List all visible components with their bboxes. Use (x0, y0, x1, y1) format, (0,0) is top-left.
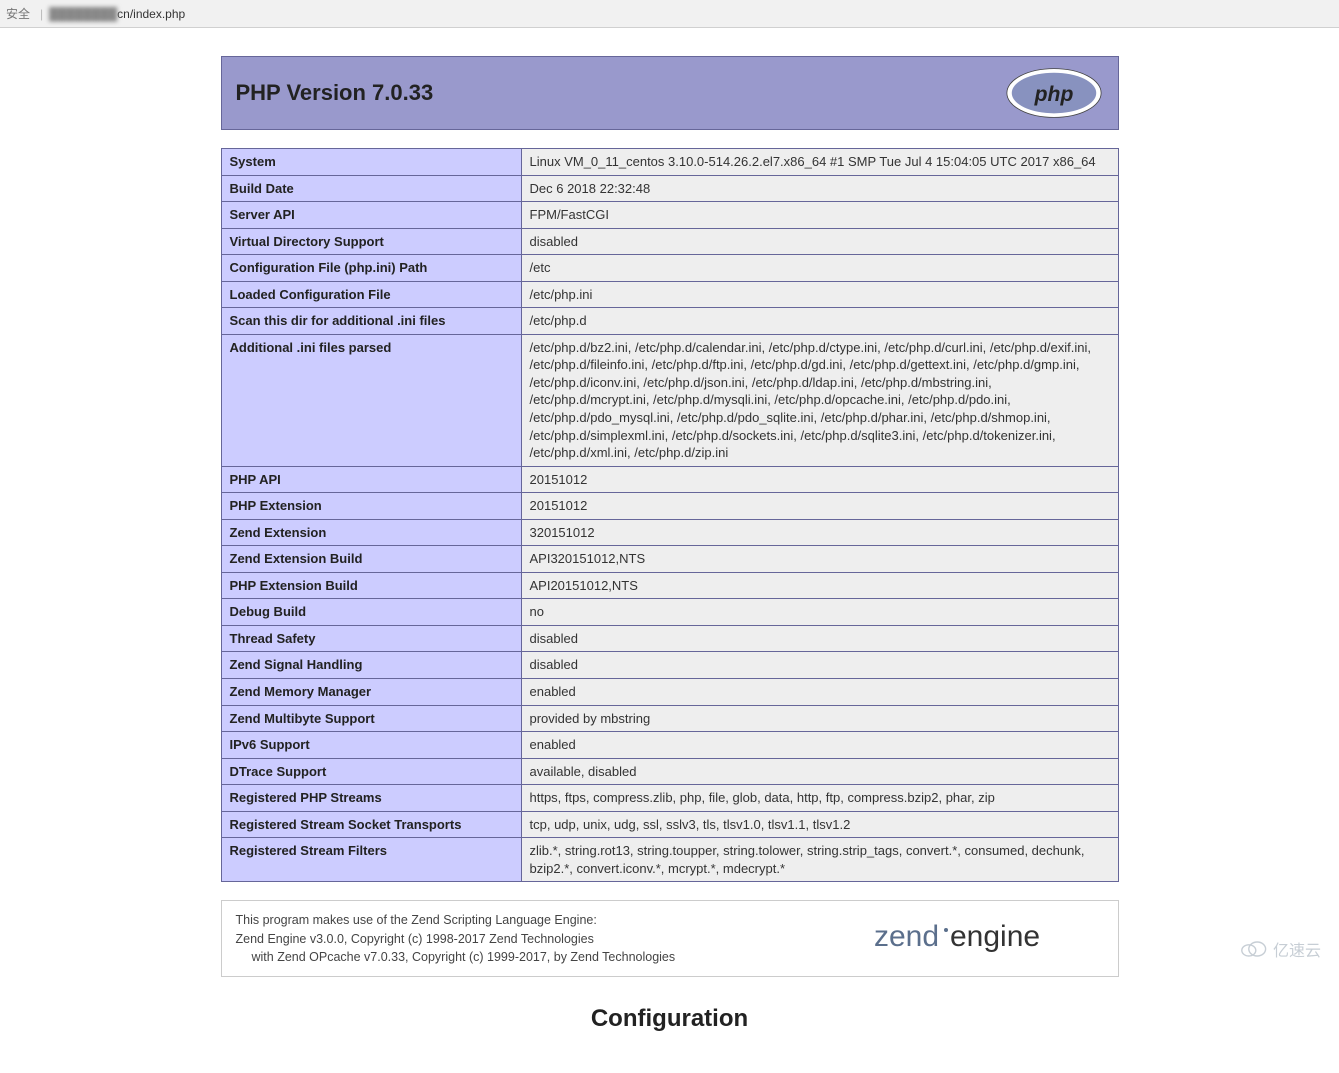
table-row: Loaded Configuration File/etc/php.ini (221, 281, 1118, 308)
row-label: Zend Signal Handling (221, 652, 521, 679)
zend-credits-text: This program makes use of the Zend Scrip… (236, 911, 676, 965)
table-row: Zend Extension320151012 (221, 519, 1118, 546)
row-value: API20151012,NTS (521, 572, 1118, 599)
zend-credits-box: This program makes use of the Zend Scrip… (221, 900, 1119, 976)
row-value: 20151012 (521, 466, 1118, 493)
phpinfo-header: PHP Version 7.0.33 php (221, 56, 1119, 130)
table-row: Zend Multibyte Supportprovided by mbstri… (221, 705, 1118, 732)
row-label: Debug Build (221, 599, 521, 626)
table-row: Configuration File (php.ini) Path/etc (221, 255, 1118, 282)
row-label: Registered PHP Streams (221, 785, 521, 812)
zend-line3: with Zend OPcache v7.0.33, Copyright (c)… (236, 948, 676, 966)
row-value: Linux VM_0_11_centos 3.10.0-514.26.2.el7… (521, 149, 1118, 176)
security-label: 安全 (6, 5, 30, 22)
row-value: enabled (521, 679, 1118, 706)
table-row: DTrace Supportavailable, disabled (221, 758, 1118, 785)
row-label: Configuration File (php.ini) Path (221, 255, 521, 282)
row-value: /etc/php.d/bz2.ini, /etc/php.d/calendar.… (521, 334, 1118, 466)
svg-text:zend: zend (874, 920, 939, 953)
table-row: Thread Safetydisabled (221, 625, 1118, 652)
url-host-blurred: ████████ (49, 7, 117, 21)
page-title: PHP Version 7.0.33 (236, 80, 434, 106)
table-row: PHP Extension20151012 (221, 493, 1118, 520)
row-value: FPM/FastCGI (521, 202, 1118, 229)
url-path: cn/index.php (117, 7, 185, 21)
table-row: Virtual Directory Supportdisabled (221, 228, 1118, 255)
table-row: PHP Extension BuildAPI20151012,NTS (221, 572, 1118, 599)
watermark-text: 亿速云 (1273, 937, 1321, 961)
row-label: Build Date (221, 175, 521, 202)
table-row: Zend Signal Handlingdisabled (221, 652, 1118, 679)
row-value: disabled (521, 625, 1118, 652)
row-label: Server API (221, 202, 521, 229)
row-label: PHP Extension Build (221, 572, 521, 599)
row-value: 320151012 (521, 519, 1118, 546)
row-label: Virtual Directory Support (221, 228, 521, 255)
row-label: Zend Extension Build (221, 546, 521, 573)
row-label: System (221, 149, 521, 176)
row-value: disabled (521, 228, 1118, 255)
browser-address-bar: 安全 | ████████ cn/index.php (0, 0, 1339, 28)
row-value: /etc/php.ini (521, 281, 1118, 308)
row-label: Scan this dir for additional .ini files (221, 308, 521, 335)
row-value: Dec 6 2018 22:32:48 (521, 175, 1118, 202)
row-label: DTrace Support (221, 758, 521, 785)
table-row: PHP API20151012 (221, 466, 1118, 493)
row-label: Registered Stream Filters (221, 838, 521, 882)
row-label: Zend Multibyte Support (221, 705, 521, 732)
row-label: Additional .ini files parsed (221, 334, 521, 466)
table-row: Registered Stream Filterszlib.*, string.… (221, 838, 1118, 882)
row-value: API320151012,NTS (521, 546, 1118, 573)
row-value: provided by mbstring (521, 705, 1118, 732)
svg-text:engine: engine (950, 920, 1040, 953)
zend-line2: Zend Engine v3.0.0, Copyright (c) 1998-2… (236, 932, 594, 946)
address-divider: | (40, 7, 43, 21)
row-value: no (521, 599, 1118, 626)
watermark: 亿速云 (1239, 937, 1321, 961)
row-value: tcp, udp, unix, udg, ssl, sslv3, tls, tl… (521, 811, 1118, 838)
row-label: PHP Extension (221, 493, 521, 520)
zend-line1: This program makes use of the Zend Scrip… (236, 913, 597, 927)
row-label: Loaded Configuration File (221, 281, 521, 308)
row-label: Thread Safety (221, 625, 521, 652)
table-row: Build DateDec 6 2018 22:32:48 (221, 175, 1118, 202)
zend-engine-logo-icon: zend engine (874, 916, 1104, 961)
row-value: enabled (521, 732, 1118, 759)
svg-text:php: php (1033, 83, 1073, 106)
table-row: IPv6 Supportenabled (221, 732, 1118, 759)
row-label: Registered Stream Socket Transports (221, 811, 521, 838)
row-value: disabled (521, 652, 1118, 679)
row-value: available, disabled (521, 758, 1118, 785)
table-row: Zend Memory Managerenabled (221, 679, 1118, 706)
row-label: PHP API (221, 466, 521, 493)
row-label: Zend Memory Manager (221, 679, 521, 706)
table-row: Registered PHP Streamshttps, ftps, compr… (221, 785, 1118, 812)
phpinfo-container: PHP Version 7.0.33 php SystemLinux VM_0_… (221, 56, 1119, 1033)
phpinfo-table: SystemLinux VM_0_11_centos 3.10.0-514.26… (221, 148, 1119, 882)
row-label: Zend Extension (221, 519, 521, 546)
table-row: Zend Extension BuildAPI320151012,NTS (221, 546, 1118, 573)
table-row: Registered Stream Socket Transportstcp, … (221, 811, 1118, 838)
php-logo-icon: php (1004, 67, 1104, 119)
row-value: 20151012 (521, 493, 1118, 520)
table-row: Debug Buildno (221, 599, 1118, 626)
row-label: IPv6 Support (221, 732, 521, 759)
table-row: Scan this dir for additional .ini files/… (221, 308, 1118, 335)
table-row: Server APIFPM/FastCGI (221, 202, 1118, 229)
row-value: /etc/php.d (521, 308, 1118, 335)
table-row: Additional .ini files parsed/etc/php.d/b… (221, 334, 1118, 466)
configuration-heading: Configuration (221, 1005, 1119, 1033)
row-value: /etc (521, 255, 1118, 282)
table-row: SystemLinux VM_0_11_centos 3.10.0-514.26… (221, 149, 1118, 176)
row-value: zlib.*, string.rot13, string.toupper, st… (521, 838, 1118, 882)
row-value: https, ftps, compress.zlib, php, file, g… (521, 785, 1118, 812)
